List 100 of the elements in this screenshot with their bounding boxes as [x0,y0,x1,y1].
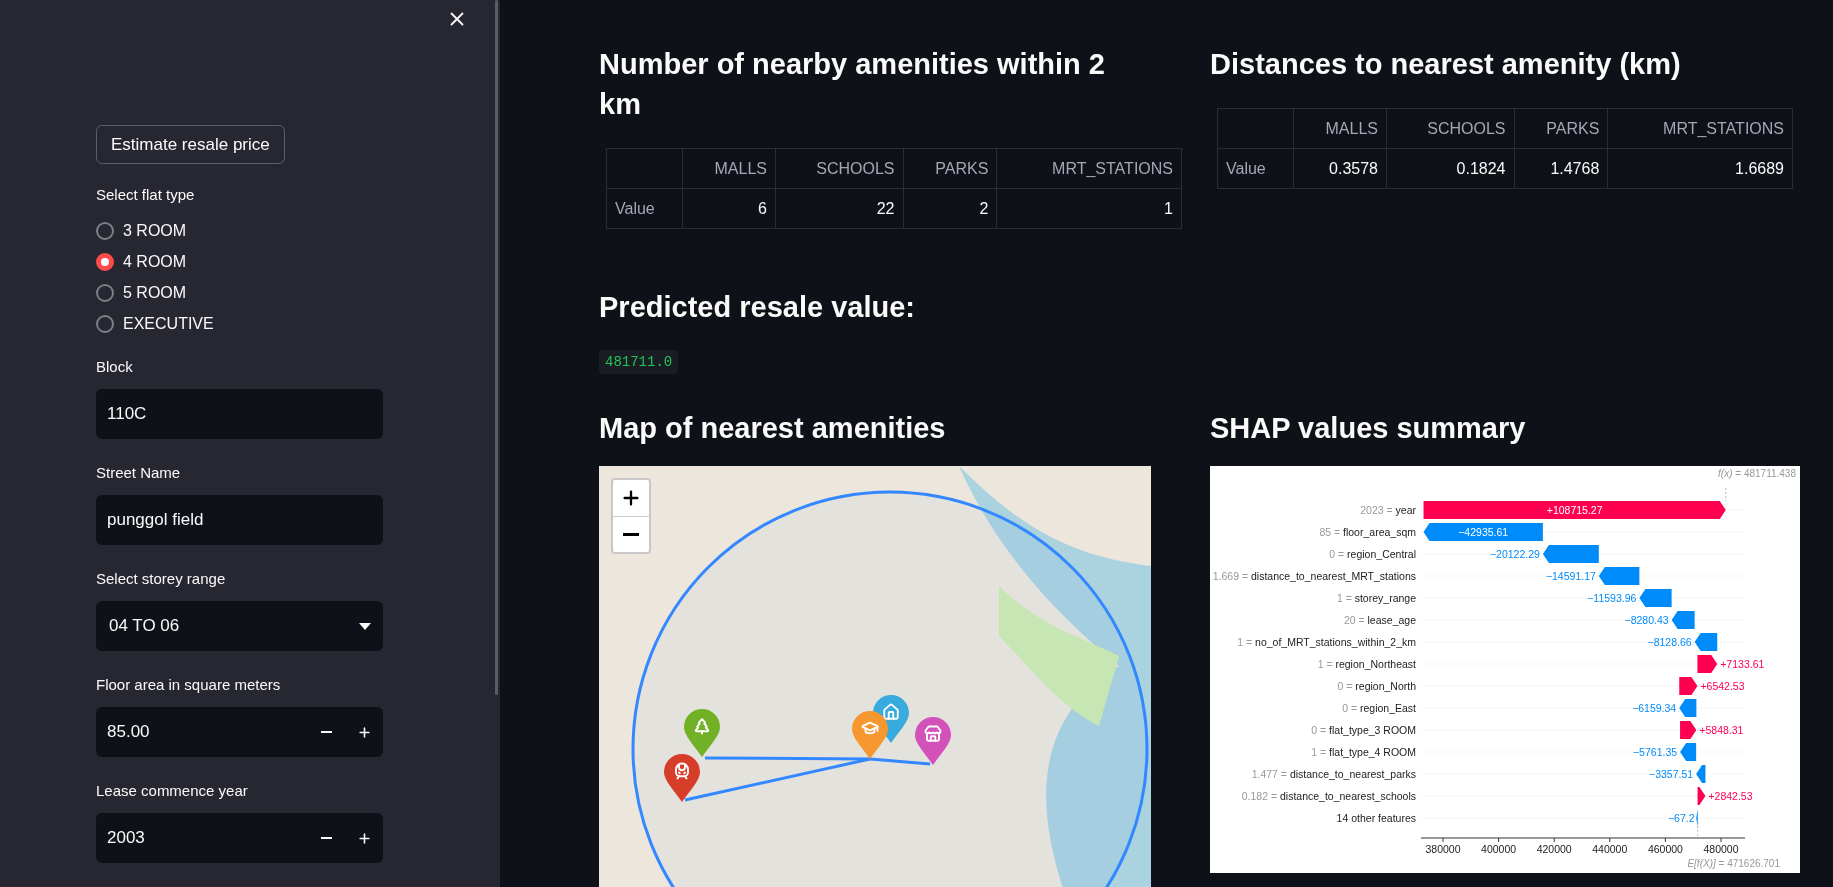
radio-button[interactable] [96,284,114,302]
bar-value-label: +5848.31 [1699,724,1744,736]
bar-value-label: −67.2 [1667,812,1695,824]
feature-label: 0 = flat_type_3 ROOM [1311,724,1416,736]
feature-label: 1 = region_Northeast [1317,658,1416,670]
column-header: PARKS [1514,108,1608,149]
base-value-label: E[f(X)] = 471626.701 [1686,858,1780,870]
axis-tick-label: 460000 [1647,843,1683,855]
minus-icon [623,533,639,536]
radio-button[interactable] [96,253,114,271]
bar-value-label: −42935.61 [1458,526,1509,538]
feature-label: 20 = lease_age [1343,614,1416,626]
section-heading: Number of nearby amenities within 2 km [599,47,1106,122]
field-label: Lease commence year [96,781,249,801]
minus-icon [320,731,332,733]
bar-value-label: +2842.53 [1708,790,1753,802]
increment-button[interactable] [345,707,383,757]
feature-label: 0.182 = distance_to_nearest_schools [1241,790,1416,802]
feature-label: 85 = floor_area_sqm [1319,526,1416,538]
section-heading: Predicted resale value: [599,290,916,325]
shap-bar [1542,545,1599,563]
minus-icon [320,837,332,839]
map-marker-icon[interactable] [852,711,888,759]
shap-bar [1639,589,1672,607]
shap-bar [1679,699,1697,717]
bar-value-label: −20122.29 [1489,548,1540,560]
radio-button[interactable] [96,222,114,240]
row-header: Value [1217,148,1294,189]
table-cell: 0.1824 [1386,148,1514,189]
bar-value-label: −8128.66 [1647,636,1692,648]
field-label: Select storey range [96,569,227,589]
zoom-in-button[interactable] [613,480,649,516]
plus-icon [356,830,372,846]
map-marker-icon[interactable] [664,754,700,802]
section-heading: Distances to nearest amenity (km) [1210,47,1682,82]
table-cell: 1 [996,188,1182,229]
column-header: SCHOOLS [1386,108,1514,149]
column-header: PARKS [903,148,997,189]
column-header: MRT_STATIONS [1607,108,1793,149]
table-cell: 22 [775,188,903,229]
radio-label[interactable]: 3 ROOM [123,222,187,240]
column-header: MRT_STATIONS [996,148,1182,189]
shap-bar [1697,787,1706,805]
axis-tick-label: 420000 [1536,843,1572,855]
shap-bar [1697,655,1718,673]
predicted-value: 481711.0 [599,350,679,374]
bar-value-label: −6159.34 [1632,702,1677,714]
section-heading: SHAP values summary [1210,411,1527,446]
bar-value-label: +7133.61 [1720,658,1765,670]
scrollbar[interactable] [495,0,498,695]
shap-bar [1671,611,1695,629]
map-marker-icon[interactable] [915,717,951,765]
table-cell: 6 [682,188,776,229]
feature-label: 0 = region_North [1337,680,1416,692]
column-header: MALLS [1293,108,1387,149]
section-heading: Map of nearest amenities [599,411,947,446]
bar-value-label: +108715.27 [1546,504,1603,516]
plus-icon [356,724,372,740]
text-input-field[interactable]: 110C [96,389,383,439]
bar-value-label: −11593.96 [1587,592,1637,604]
row-header: Value [606,188,683,229]
shap-bar [1679,677,1698,695]
radio-label[interactable]: EXECUTIVE [123,315,214,333]
feature-label: 2023 = year [1360,504,1416,516]
text-input-field[interactable]: punggol field [96,495,383,545]
field-label: Street Name [96,463,182,483]
column-header: MALLS [682,148,776,189]
shap-bar [1680,721,1697,739]
axis-tick-label: 440000 [1592,843,1628,855]
bar-value-label: −5761.35 [1633,746,1678,758]
radio-label[interactable]: 5 ROOM [123,284,187,302]
shap-bar [1696,765,1706,783]
bar-value-label: −8280.43 [1624,614,1669,626]
bar-value-label: −14591.17 [1545,570,1596,582]
feature-label: 1 = flat_type_4 ROOM [1311,746,1416,758]
shap-bar [1680,743,1697,761]
estimate-button[interactable]: Estimate resale price [96,125,285,165]
column-header: SCHOOLS [775,148,903,189]
feature-label: 0 = region_Central [1329,548,1416,560]
increment-button[interactable] [345,813,383,863]
bar-value-label: +6542.53 [1700,680,1745,692]
shap-bar [1598,567,1640,585]
radio-group-label: Select flat type [96,185,196,205]
zoom-out-button[interactable] [613,516,649,552]
radio-label[interactable]: 4 ROOM [123,253,187,271]
table-cell: 2 [903,188,997,229]
caret-icon [359,622,371,630]
feature-label: 14 other features [1336,812,1416,824]
feature-label: 1 = storey_range [1336,592,1416,604]
select-dropdown[interactable]: 04 TO 06 [96,601,383,651]
number-input-field[interactable]: 85.00 [96,707,307,757]
axis-tick-label: 380000 [1425,843,1461,855]
map-marker-icon[interactable] [684,709,720,757]
table-cell: 1.6689 [1607,148,1793,189]
feature-label: 1.669 = distance_to_nearest_MRT_stations [1212,570,1416,582]
feature-label: 1 = no_of_MRT_stations_within_2_km [1237,636,1416,648]
radio-button[interactable] [96,315,114,333]
field-label: Floor area in square meters [96,675,282,695]
number-input-field[interactable]: 2003 [96,813,307,863]
output-value-label: f(x) = 481711.438 [1717,468,1796,480]
